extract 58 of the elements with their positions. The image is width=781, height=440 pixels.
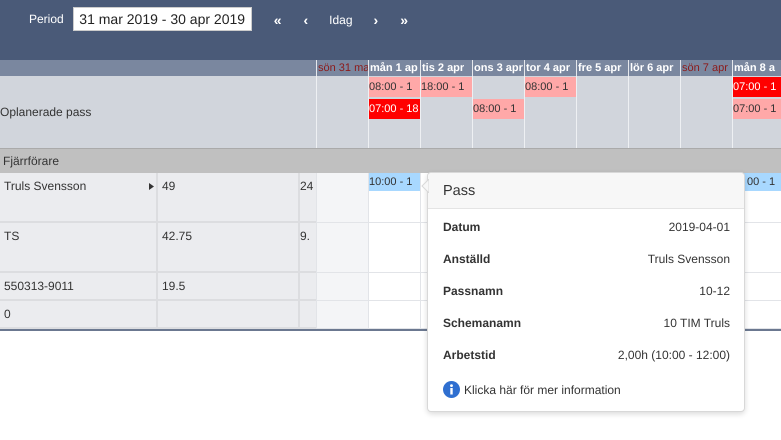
day-header: lör 6 apr (628, 60, 680, 76)
previous-button[interactable]: ‹ (292, 11, 320, 29)
caret-icon[interactable] (149, 183, 154, 190)
table-cell (300, 273, 316, 301)
day-cell (368, 301, 420, 329)
info-link[interactable]: Klicka här för mer information (464, 382, 621, 396)
today-button[interactable]: Idag (319, 11, 363, 29)
day-header: mån 1 ap (368, 60, 420, 76)
field-label: Passnamn (443, 284, 504, 298)
period-field[interactable]: 31 mar 2019 - 30 apr 2019 (72, 7, 252, 31)
day-header: mån 8 a (732, 60, 781, 76)
field-value: 10 TIM Truls (664, 316, 730, 330)
first-page-button[interactable]: « (262, 11, 292, 29)
tooltip-title: Pass (428, 173, 744, 209)
day-cell (316, 223, 368, 273)
shift-block[interactable]: 07:00 - 18 (369, 99, 420, 119)
period-label: Period (29, 12, 64, 26)
day-cell (316, 173, 368, 223)
table-cell (300, 301, 316, 329)
table-cell: TS (0, 223, 158, 273)
row-header: Oplanerade pass (0, 76, 316, 148)
table-cell: 42.75 (158, 223, 300, 273)
table-cell: 550313-9011 (0, 273, 158, 301)
shift-block[interactable]: 08:00 - 1 (525, 77, 576, 97)
field-value: 2019-04-01 (668, 220, 730, 234)
group-header: Fjärrförare (0, 148, 781, 173)
table-cell: 24 (300, 173, 316, 223)
day-cell (628, 76, 680, 148)
day-header: ons 3 apr (472, 60, 524, 76)
field-value: Truls Svensson (648, 252, 730, 266)
day-header: fre 5 apr (576, 60, 628, 76)
day-header: tis 2 apr (420, 60, 472, 76)
field-value: 2,00h (10:00 - 12:00) (618, 348, 730, 362)
shift-block[interactable]: 07:00 - 1 (733, 77, 781, 97)
info-icon (443, 381, 460, 398)
table-cell: 49 (158, 173, 300, 223)
shift-block[interactable]: 07:00 - 1 (733, 99, 781, 119)
day-cell (368, 273, 420, 301)
day-header: sön 7 apr (680, 60, 732, 76)
last-page-button[interactable]: » (389, 11, 419, 29)
day-cell (316, 301, 368, 329)
next-button[interactable]: › (362, 11, 390, 29)
table-cell: 19.5 (158, 273, 300, 301)
table-cell: 9. (300, 223, 316, 273)
field-label: Schemanamn (443, 316, 522, 330)
table-cell: 0 (0, 301, 158, 329)
field-label: Arbetstid (443, 348, 496, 362)
field-value: 10-12 (699, 284, 730, 298)
field-label: Datum (443, 220, 480, 234)
shift-block[interactable]: 18:00 - 1 (421, 77, 472, 97)
shift-block[interactable]: 08:00 - 1 (369, 77, 420, 97)
shift-block[interactable]: 10:00 - 1 (369, 173, 420, 191)
day-cell (368, 223, 420, 273)
shift-block[interactable]: 08:00 - 1 (473, 99, 524, 119)
field-label: Anställd (443, 252, 490, 266)
day-header: tor 4 apr (524, 60, 576, 76)
table-cell: Truls Svensson (0, 173, 158, 223)
day-cell (316, 273, 368, 301)
